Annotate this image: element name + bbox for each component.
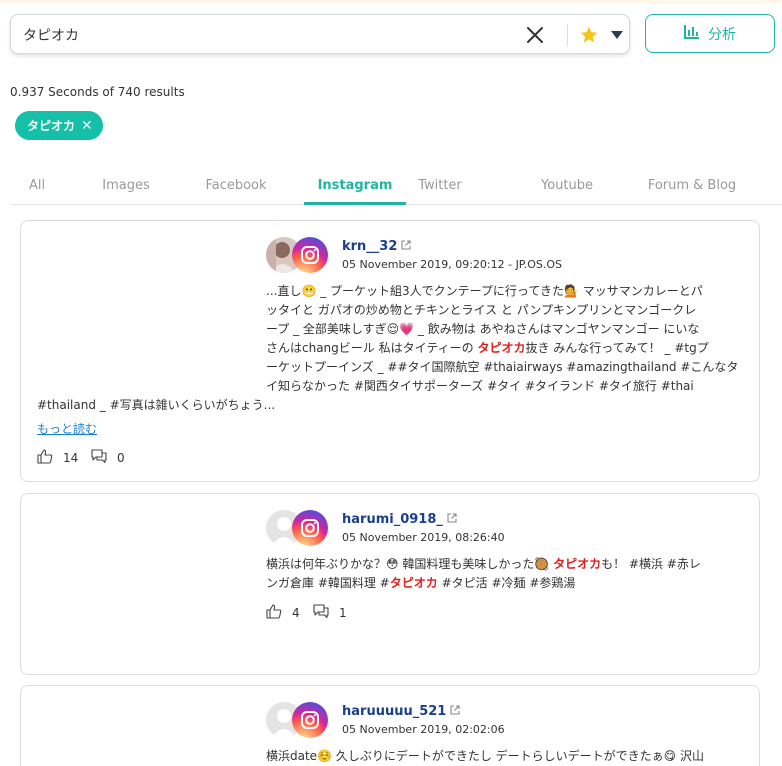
likes-count: 4 [266,604,300,622]
post-timestamp: 05 November 2019, 08:26:40 [342,531,505,544]
star-icon[interactable] [579,25,599,45]
keyword-highlight: タピオカ [553,557,602,571]
post-username[interactable]: krn__32 [342,239,411,254]
keyword-highlight: タピオカ [389,576,438,590]
search-input[interactable] [23,24,443,46]
text-line: ッタイと ガパオの炒め物とチキンとライス と パンプキンプリンとマンゴークレ [266,303,697,317]
text-segment: ンガ倉庫 #韓国料理 # [266,576,390,590]
source-tabs: All Images Facebook Instagram Twitter Yo… [10,168,782,205]
text-line: ーケットプーインズ _ ##タイ国際航空 #thaiairways #amazi… [266,360,739,374]
tab-instagram[interactable]: Instagram [304,168,406,205]
post-card: haruuuuu_521 05 November 2019, 02:02:06 … [20,685,760,766]
tab-twitter[interactable]: Twitter [410,168,470,205]
comment-icon[interactable] [91,449,107,466]
instagram-icon [292,237,328,273]
thumbs-up-icon[interactable] [37,449,53,467]
username-text: harumi_0918_ [342,512,443,527]
text-line: ープ _ 全部美味しすぎ😌💗 _ 飲み物は あやねさんはマンゴヤンマンゴー にい… [266,322,700,336]
result-stats: 0.937 Seconds of 740 results [10,85,185,99]
text-segment: も！ #横浜 #赤レ [601,557,701,571]
text-segment: さんはchangビール 私はタイティーの [266,341,478,355]
post-text: 横浜は何年ぶりかな？😳 韓国料理も美味しかった🥘 タピオカも！ #横浜 #赤レ … [266,555,746,593]
read-more-link[interactable]: もっと読む [37,420,97,437]
post-text: ...直し😬 _ プーケット組3人でクンテープに行ってきた💁 マッサマンカレーと… [266,282,746,396]
top-accent-line [0,0,782,3]
post-card: krn__32 05 November 2019, 09:20:12 - JP.… [20,220,760,482]
tab-youtube[interactable]: Youtube [534,168,600,205]
external-link-icon[interactable] [401,239,411,254]
keyword-highlight: タピオカ [477,341,526,355]
post-avatar [266,702,330,738]
bar-chart-icon [684,24,700,43]
search-box [10,14,630,54]
thumbs-up-icon[interactable] [266,604,282,622]
username-text: krn__32 [342,239,398,254]
instagram-icon [292,702,328,738]
likes-value: 4 [292,606,300,620]
analyze-button-label: 分析 [708,26,736,43]
text-line: 横浜は何年ぶりかな？😳 韓国料理も美味しかった🥘 タピオカも！ #横浜 #赤レ [266,555,746,574]
instagram-icon [292,510,328,546]
tab-facebook[interactable]: Facebook [196,168,276,205]
text-segment: #タピ活 #冷麺 #参鶏湯 [437,576,576,590]
chevron-down-icon[interactable] [609,27,625,43]
username-text: haruuuuu_521 [342,704,447,719]
external-link-icon[interactable] [450,704,460,719]
text-segment: 抜き みんな行ってみて！ _ #tgプ [525,341,709,355]
text-line: ...直し😬 _ プーケット組3人でクンテープに行ってきた💁 マッサマンカレーと… [266,284,703,298]
text-line: 横浜date☺️ 久しぶりにデートができたし デートらしいデートができたぁ😋 沢… [266,749,704,763]
tab-images[interactable]: Images [96,168,156,205]
post-timestamp: 05 November 2019, 02:02:06 [342,723,505,736]
post-timestamp: 05 November 2019, 09:20:12 - JP.OS.OS [342,258,563,271]
text-line: ンガ倉庫 #韓国料理 #タピオカ #タピ活 #冷麺 #参鶏湯 [266,574,746,593]
comments-count: 1 [313,604,347,621]
tab-forum-blog[interactable]: Forum & Blog [644,168,740,205]
post-username[interactable]: haruuuuu_521 [342,704,460,719]
text-line: イ知らなかった #関西タイサポーターズ #タイ #タイランド #タイ旅行 #th… [266,379,694,393]
comments-count: 0 [91,449,125,466]
comments-value: 1 [339,605,347,620]
post-card: harumi_0918_ 05 November 2019, 08:26:40 … [20,493,760,675]
text-line: #thailand _ #写真は雑いくらいがちょう... [37,398,276,412]
remove-tag-icon[interactable]: ✕ [81,118,93,134]
text-segment: 横浜は何年ぶりかな？😳 韓国料理も美味しかった🥘 [266,557,554,571]
external-link-icon[interactable] [447,512,457,527]
comments-value: 0 [117,450,125,465]
tab-all[interactable]: All [10,168,64,205]
tag-chip-label: タピオカ [27,119,76,133]
likes-value: 14 [63,451,79,465]
search-divider [567,24,568,46]
tag-chip: タピオカ ✕ [15,111,103,140]
likes-count: 14 [37,449,78,467]
comment-icon[interactable] [313,604,329,621]
post-avatar [266,237,330,273]
post-avatar [266,510,330,546]
analyze-button[interactable]: 分析 [645,14,775,53]
clear-search-icon[interactable] [525,25,545,45]
text-line: さんはchangビール 私はタイティーの タピオカ抜き みんな行ってみて！ _ … [266,339,746,358]
post-username[interactable]: harumi_0918_ [342,512,457,527]
post-text: 横浜date☺️ 久しぶりにデートができたし デートらしいデートができたぁ😋 沢… [266,747,746,766]
